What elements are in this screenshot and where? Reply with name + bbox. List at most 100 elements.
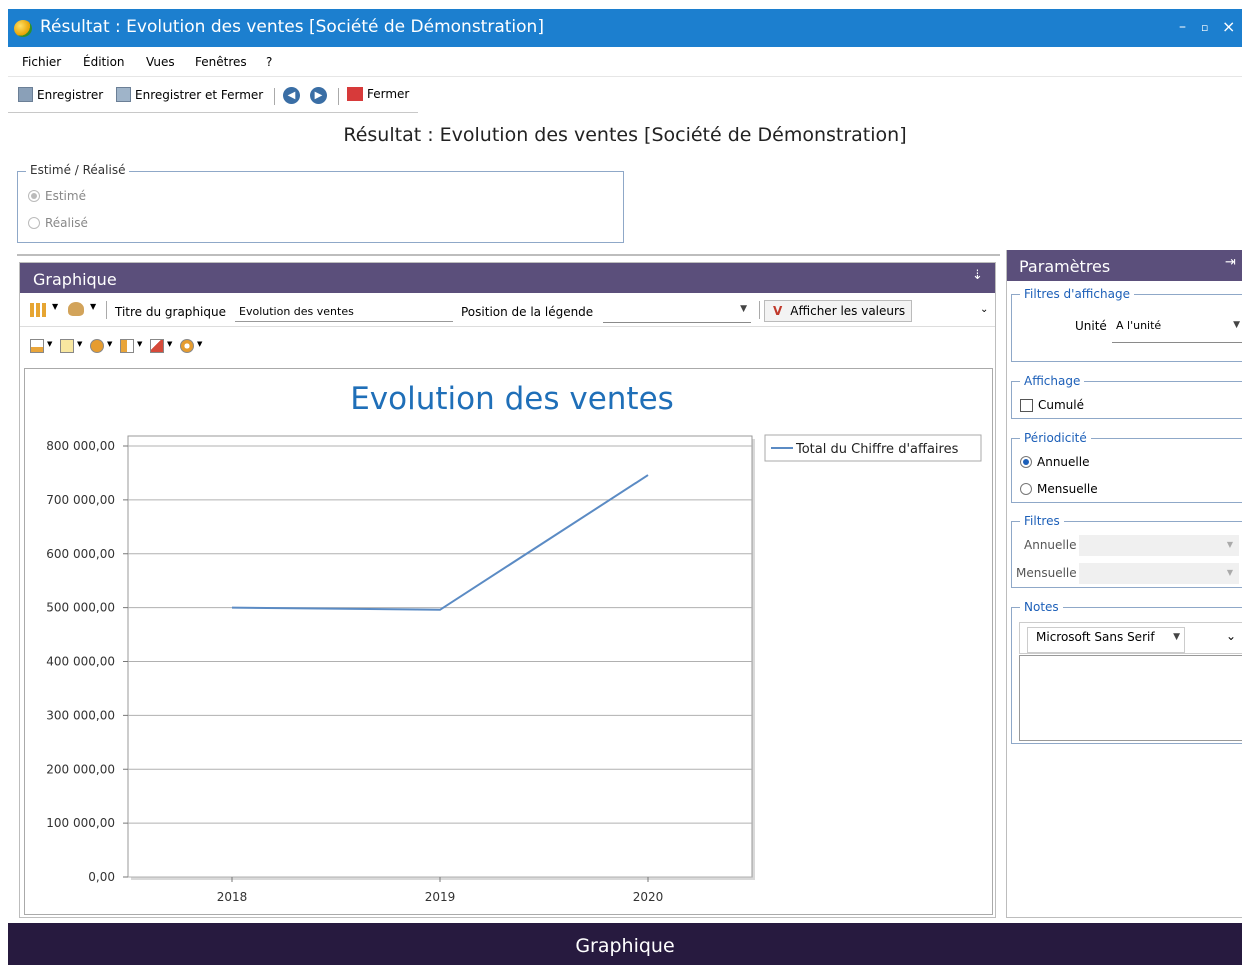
notes-group: Notes Microsoft Sans Serif ▼ ⌄	[1011, 607, 1242, 744]
y-tick-label: 600 000,00	[46, 547, 115, 561]
save-close-icon	[116, 87, 131, 102]
periodicite-legend: Périodicité	[1020, 431, 1091, 445]
notes-textarea[interactable]	[1019, 655, 1242, 741]
save-close-button[interactable]: Enregistrer et Fermer	[116, 87, 263, 102]
radio-realise[interactable]: Réalisé	[28, 216, 88, 230]
menu-fenetres[interactable]: Fenêtres	[195, 55, 247, 69]
pie-chart-icon[interactable]	[90, 339, 104, 353]
palette-icon[interactable]	[68, 302, 84, 316]
chevron-down-icon: ▼	[1227, 540, 1233, 549]
forward-button[interactable]: ▶	[310, 87, 327, 104]
radio-mensuelle[interactable]: Mensuelle	[1020, 482, 1098, 496]
periodicite-group: Périodicité Annuelle Mensuelle	[1011, 438, 1242, 503]
chevron-down-icon[interactable]: ▼	[90, 302, 96, 311]
chevron-down-icon[interactable]: ⌄	[1226, 629, 1236, 643]
chart-area: Evolution des ventes0,00100 000,00200 00…	[24, 368, 993, 915]
pin-icon[interactable]: ⇥	[1225, 255, 1236, 270]
filtres-group: Filtres Annuelle ▼ Mensuelle ▼	[1011, 521, 1242, 588]
menu-edition[interactable]: Édition	[83, 55, 125, 69]
app-icon	[14, 20, 32, 37]
legend-position-select[interactable]: ▼	[603, 302, 751, 323]
chart-toolbar: ▼ ▼ Titre du graphique Evolution des ven…	[20, 293, 995, 327]
font-select[interactable]: Microsoft Sans Serif ▼	[1027, 627, 1185, 653]
splitter[interactable]	[17, 254, 1000, 256]
chevron-down-icon[interactable]: ▼	[52, 302, 58, 311]
grid-icon[interactable]	[30, 303, 48, 317]
bar-chart-icon[interactable]	[30, 339, 44, 353]
x-tick-label: 2019	[425, 890, 456, 904]
close-window-button[interactable]: ×	[1222, 17, 1235, 36]
unit-select[interactable]: A l'unité ▼	[1112, 315, 1242, 343]
checkbox-box	[1020, 399, 1033, 412]
font-value: Microsoft Sans Serif	[1036, 630, 1155, 644]
chevron-down-icon: ▼	[1173, 632, 1180, 642]
filtre-annuelle-label: Annuelle	[1024, 538, 1076, 552]
chevron-down-icon[interactable]: ▼	[77, 340, 82, 348]
radio-estime-label: Estimé	[45, 189, 86, 203]
hbar-chart-icon[interactable]	[120, 339, 134, 353]
radio-estime-dot	[28, 190, 40, 202]
radio-realise-dot	[28, 217, 40, 229]
line-chart-icon[interactable]	[60, 339, 74, 353]
close-label: Fermer	[367, 87, 409, 101]
chevron-down-icon[interactable]: ⌄	[980, 304, 988, 315]
affichage-group: Affichage Cumulé	[1011, 381, 1242, 419]
radio-annuelle-label: Annuelle	[1037, 455, 1089, 469]
main-toolbar: Enregistrer Enregistrer et Fermer ◀ ▶ Fe…	[8, 79, 418, 113]
radio-annuelle[interactable]: Annuelle	[1020, 455, 1089, 469]
show-values-button[interactable]: V Afficher les valeurs	[764, 300, 912, 322]
chart-title-label: Titre du graphique	[115, 305, 226, 319]
radio-annuelle-dot	[1020, 456, 1032, 468]
menu-fichier[interactable]: Fichier	[22, 55, 61, 69]
arrow-right-icon: ▶	[310, 87, 327, 104]
maximize-button[interactable]: ▫	[1201, 21, 1208, 34]
radio-estime[interactable]: Estimé	[28, 189, 86, 203]
unit-value: A l'unité	[1116, 319, 1161, 332]
y-tick-label: 800 000,00	[46, 439, 115, 453]
menu-vues[interactable]: Vues	[146, 55, 175, 69]
menu-help[interactable]: ?	[266, 55, 272, 69]
affichage-legend: Affichage	[1020, 374, 1084, 388]
notes-toolbar: Microsoft Sans Serif ▼ ⌄	[1019, 622, 1242, 654]
filtres-affichage-legend: Filtres d'affichage	[1020, 287, 1134, 301]
save-button[interactable]: Enregistrer	[18, 87, 103, 102]
chart-title-input[interactable]: Evolution des ventes	[235, 302, 453, 322]
radio-realise-label: Réalisé	[45, 216, 88, 230]
cumule-checkbox[interactable]: Cumulé	[1020, 398, 1084, 412]
notes-legend: Notes	[1020, 600, 1063, 614]
y-tick-label: 200 000,00	[46, 762, 115, 776]
toolbar-separator	[106, 301, 107, 319]
doughnut-chart-icon[interactable]	[180, 339, 194, 353]
chart-type-toolbar: ▼ ▼ ▼ ▼ ▼ ▼	[30, 339, 290, 365]
toolbar-separator	[274, 88, 275, 105]
close-button[interactable]: Fermer	[347, 87, 409, 101]
unit-label: Unité	[1075, 319, 1107, 333]
chevron-down-icon[interactable]: ▼	[197, 340, 202, 348]
chevron-down-icon[interactable]: ▼	[137, 340, 142, 348]
window-title: Résultat : Evolution des ventes [Société…	[40, 17, 544, 37]
filtre-mensuelle-label: Mensuelle	[1016, 566, 1077, 580]
graph-panel: Graphique ⇣ ▼ ▼ Titre du graphique Evolu…	[19, 262, 996, 918]
minimize-button[interactable]: –	[1179, 19, 1186, 35]
filtre-annuelle-select[interactable]: ▼	[1079, 535, 1239, 556]
area-chart-icon[interactable]	[150, 339, 164, 353]
filtres-legend: Filtres	[1020, 514, 1064, 528]
y-tick-label: 300 000,00	[46, 708, 115, 722]
check-icon: V	[773, 304, 782, 318]
chevron-down-icon: ▼	[1227, 568, 1233, 577]
chevron-down-icon[interactable]: ▼	[107, 340, 112, 348]
chevron-down-icon[interactable]: ▼	[47, 340, 52, 348]
save-close-label: Enregistrer et Fermer	[135, 88, 263, 102]
back-button[interactable]: ◀	[283, 87, 300, 104]
menu-bar: Fichier Édition Vues Fenêtres ?	[8, 47, 1242, 77]
line-chart: Evolution des ventes0,00100 000,00200 00…	[25, 369, 992, 914]
radio-mensuelle-dot	[1020, 483, 1032, 495]
chart-title: Evolution des ventes	[350, 381, 674, 417]
filtre-mensuelle-select[interactable]: ▼	[1079, 563, 1239, 584]
chevron-down-icon[interactable]: ▼	[167, 340, 172, 348]
window-titlebar: Résultat : Evolution des ventes [Société…	[8, 9, 1242, 47]
show-values-label: Afficher les valeurs	[790, 304, 905, 318]
graph-panel-header: Graphique ⇣	[20, 263, 995, 293]
pin-icon[interactable]: ⇣	[972, 268, 983, 283]
status-label: Graphique	[575, 935, 674, 957]
